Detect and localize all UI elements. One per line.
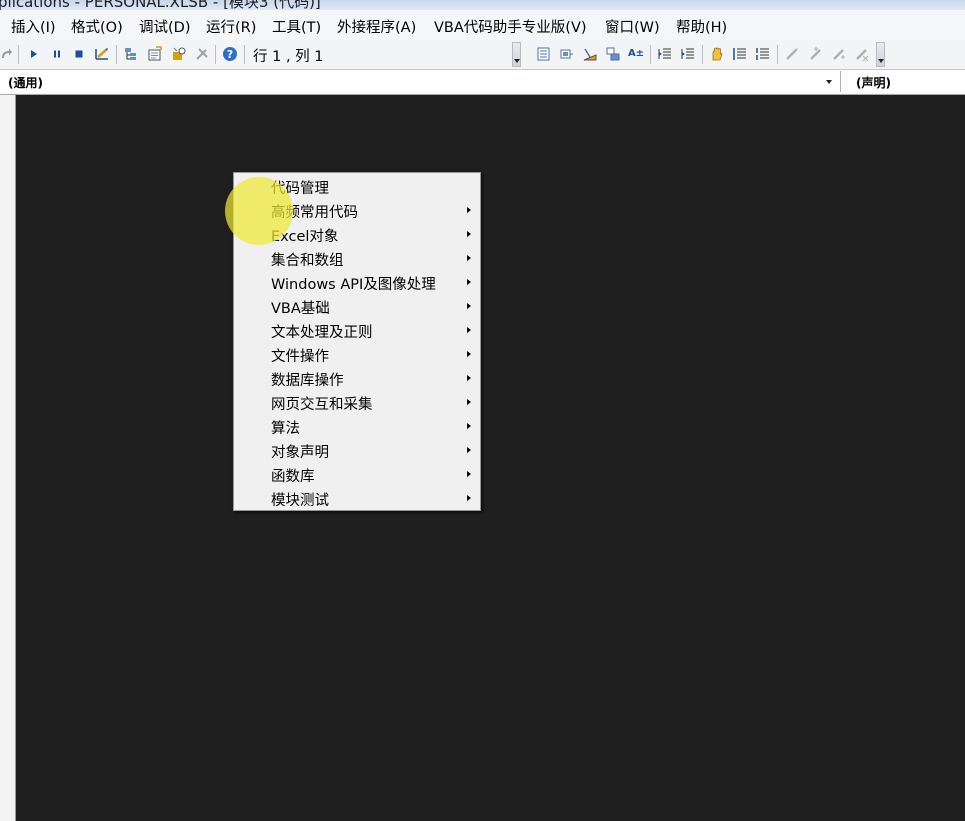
context-menu-item-label: 文件操作 [271,349,329,365]
toolbar-separator [215,45,216,64]
chevron-down-icon[interactable] [826,80,832,84]
context-menu-item[interactable]: 代码管理 [235,175,479,199]
menu-addins[interactable]: 外接程序(A) [337,16,416,37]
quick-info-icon[interactable] [582,46,598,62]
menu-format[interactable]: 格式(O) [71,16,123,37]
submenu-arrow-icon [467,471,471,477]
margin-indicator-bar[interactable] [0,95,16,821]
context-menu-item-label: 文本处理及正则 [271,325,373,341]
context-menu-item-label: Excel对象 [271,229,339,245]
context-menu-item-label: 代码管理 [271,181,329,197]
submenu-arrow-icon [467,207,471,213]
context-menu-item[interactable]: Excel对象 [235,223,479,247]
toggle-bookmark-icon[interactable] [784,46,800,62]
parameter-info-icon[interactable] [605,46,621,62]
context-menu-item-label: 算法 [271,421,300,437]
submenu-arrow-icon [467,231,471,237]
context-menu-item[interactable]: 模块测试 [235,487,479,511]
indent-icon[interactable] [680,46,696,62]
context-menu-item-label: 模块测试 [271,493,329,509]
toolbar-separator [650,45,651,64]
context-menu-item[interactable]: Windows API及图像处理 [235,271,479,295]
help-icon[interactable]: ? [222,46,238,62]
context-menu: 代码管理 高频常用代码 Excel对象 集合和数组 Windows API及图像… [233,172,481,511]
cursor-position-indicator: 行 1 , 列 1 [253,49,324,65]
context-menu-item-label: 高频常用代码 [271,205,358,221]
toolbar-separator [777,45,778,64]
toolbar-separator [18,45,19,64]
submenu-arrow-icon [467,327,471,333]
title-bar: plications - PERSONAL.XLSB - [模块3 (代码)] [0,0,965,10]
context-menu-item[interactable]: 文本处理及正则 [235,319,479,343]
context-menu-item-label: 网页交互和采集 [271,397,373,413]
design-mode-icon[interactable] [94,46,110,62]
submenu-arrow-icon [467,255,471,261]
object-combo[interactable]: (通用) [0,71,841,92]
clear-bookmarks-icon[interactable] [854,46,870,62]
standard-toolbar: ? 行 1 , 列 1 A± [0,40,965,70]
context-menu-item[interactable]: 集合和数组 [235,247,479,271]
context-menu-item[interactable]: 算法 [235,415,479,439]
submenu-arrow-icon [467,375,471,381]
object-browser-icon[interactable] [171,46,187,62]
context-menu-item[interactable]: VBA基础 [235,295,479,319]
redo-icon[interactable] [0,46,14,62]
submenu-arrow-icon [467,351,471,357]
context-menu-item[interactable]: 函数库 [235,463,479,487]
menu-insert[interactable]: 插入(I) [11,16,56,37]
procedure-combo-value: (声明) [856,76,891,90]
toolbar-overflow-grip[interactable] [876,42,885,67]
break-icon[interactable] [49,46,65,62]
toolbar-separator [244,45,245,64]
comment-block-icon[interactable] [732,46,748,62]
menu-tools[interactable]: 工具(T) [272,16,321,37]
context-menu-item[interactable]: 对象声明 [235,439,479,463]
list-properties-icon[interactable] [536,46,552,62]
previous-bookmark-icon[interactable] [831,46,847,62]
complete-word-icon[interactable]: A± [628,46,644,62]
toggle-breakpoint-icon[interactable] [709,46,725,62]
toolbox-icon[interactable] [194,46,210,62]
reset-icon[interactable] [71,46,87,62]
toolbar-separator [702,45,703,64]
submenu-arrow-icon [467,423,471,429]
next-bookmark-icon[interactable] [808,46,824,62]
context-menu-item[interactable]: 数据库操作 [235,367,479,391]
context-menu-item-label: 对象声明 [271,445,329,461]
project-explorer-icon[interactable] [123,46,139,62]
context-menu-item-label: Windows API及图像处理 [271,277,436,293]
svg-text:?: ? [227,48,233,61]
toolbar-overflow-grip[interactable] [512,42,521,67]
run-icon[interactable] [26,46,42,62]
context-menu-item[interactable]: 文件操作 [235,343,479,367]
code-window-header: (通用) (声明) [0,70,965,95]
uncomment-block-icon[interactable] [755,46,771,62]
menu-debug[interactable]: 调试(D) [139,16,190,37]
object-combo-value: (通用) [8,76,43,90]
code-editor[interactable] [16,95,965,821]
menu-window[interactable]: 窗口(W) [605,16,660,37]
outdent-icon[interactable] [657,46,673,62]
context-menu-item-label: 数据库操作 [271,373,344,389]
submenu-arrow-icon [467,447,471,453]
window-title: plications - PERSONAL.XLSB - [模块3 (代码)] [0,0,321,10]
properties-icon[interactable] [147,46,163,62]
procedure-combo[interactable]: (声明) [848,71,965,92]
context-menu-item[interactable]: 网页交互和采集 [235,391,479,415]
context-menu-item[interactable]: 高频常用代码 [235,199,479,223]
menu-help[interactable]: 帮助(H) [676,16,727,37]
toolbar-separator [116,45,117,64]
submenu-arrow-icon [467,495,471,501]
submenu-arrow-icon [467,399,471,405]
menu-bar: 插入(I) 格式(O) 调试(D) 运行(R) 工具(T) 外接程序(A) VB… [0,10,965,41]
menu-run[interactable]: 运行(R) [206,16,256,37]
context-menu-item-label: 函数库 [271,469,315,485]
context-menu-item-label: VBA基础 [271,301,330,317]
menu-vba-helper[interactable]: VBA代码助手专业版(V) [434,16,587,37]
submenu-arrow-icon [467,279,471,285]
list-constants-icon[interactable] [559,46,575,62]
context-menu-item-label: 集合和数组 [271,253,344,269]
submenu-arrow-icon [467,303,471,309]
